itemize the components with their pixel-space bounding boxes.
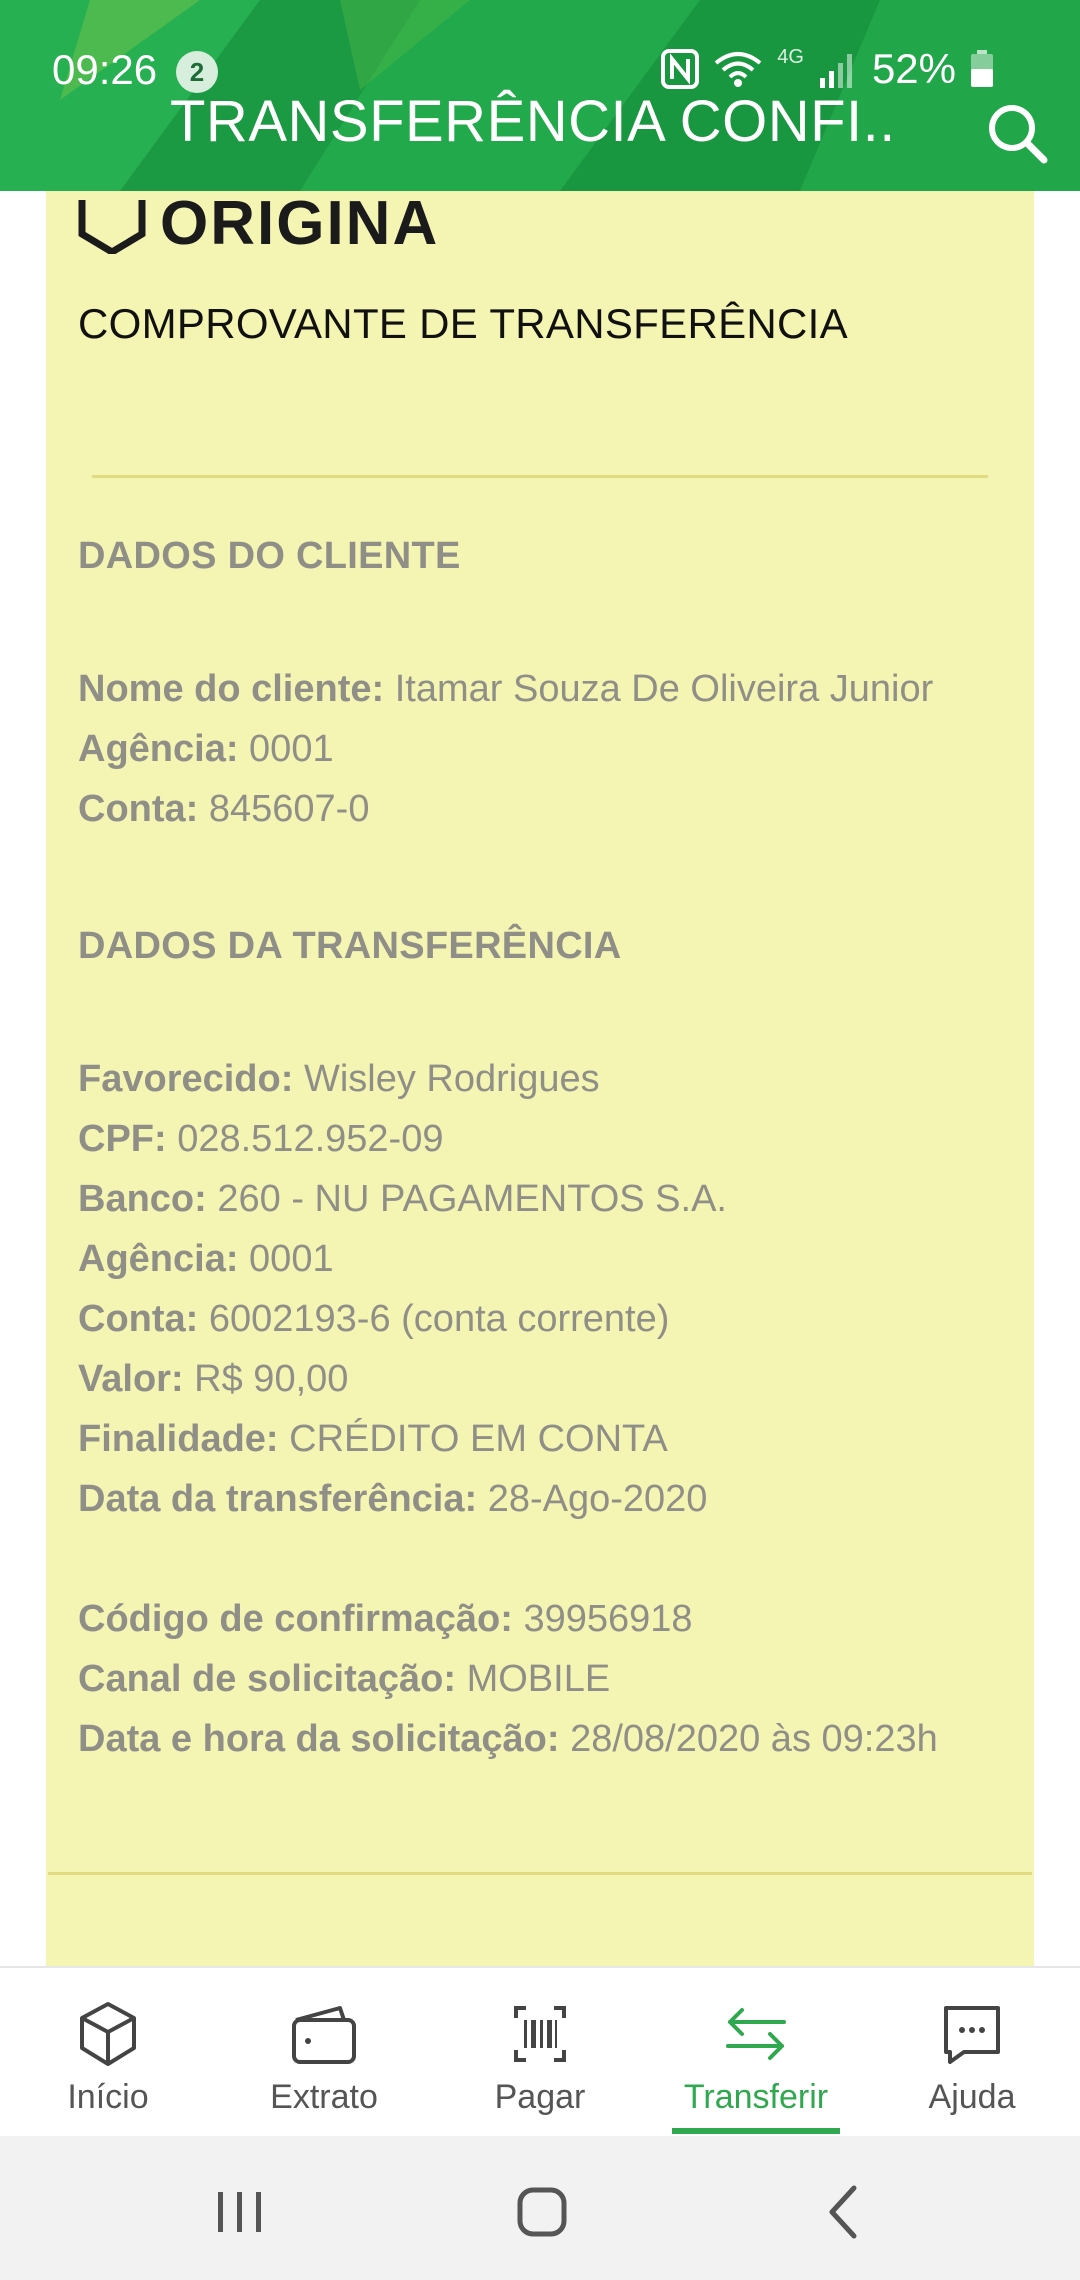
notification-count-badge: 2 xyxy=(176,51,218,93)
payee-row: Favorecido: Wisley Rodrigues xyxy=(78,1058,600,1101)
payee-account-row: Conta: 6002193-6 (conta corrente) xyxy=(78,1298,669,1341)
payee-account-label: Conta: xyxy=(78,1298,199,1340)
client-account-row: Conta: 845607-0 xyxy=(78,788,369,831)
home-icon xyxy=(517,2187,567,2237)
client-name-value: Itamar Souza De Oliveira Junior xyxy=(394,668,934,710)
nav-item-extrato[interactable]: Extrato xyxy=(216,1968,432,2138)
client-agency-value: 0001 xyxy=(249,728,334,770)
search-icon xyxy=(989,105,1048,164)
bank-label: Banco: xyxy=(78,1178,207,1220)
cpf-row: CPF: 028.512.952-09 xyxy=(78,1118,443,1161)
back-button[interactable] xyxy=(804,2172,884,2252)
client-agency-label: Agência: xyxy=(78,728,239,770)
recents-icon xyxy=(218,2192,261,2232)
battery-percent: 52% xyxy=(871,45,956,92)
request-datetime-value: 28/08/2020 às 09:23h xyxy=(570,1718,938,1760)
amount-row: Valor: R$ 90,00 xyxy=(78,1358,348,1401)
request-datetime-label: Data e hora da solicitação: xyxy=(78,1718,560,1760)
bank-logo-text: ORIGINAL xyxy=(160,189,436,254)
purpose-row: Finalidade: CRÉDITO EM CONTA xyxy=(78,1418,668,1461)
transfer-date-row: Data da transferência: 28-Ago-2020 xyxy=(78,1478,707,1521)
cpf-label: CPF: xyxy=(78,1118,167,1160)
status-icons: 4G 52% xyxy=(661,44,994,94)
request-channel-row: Canal de solicitação: MOBILE xyxy=(78,1658,610,1701)
request-datetime-row: Data e hora da solicitação: 28/08/2020 à… xyxy=(78,1718,938,1761)
chat-icon xyxy=(944,2006,1000,2064)
divider-top xyxy=(92,475,988,478)
purpose-label: Finalidade: xyxy=(78,1418,279,1460)
nav-label-transferir: Transferir xyxy=(683,2078,829,2116)
amount-label: Valor: xyxy=(78,1358,184,1400)
network-type: 4G xyxy=(777,45,804,68)
bank-value: 260 - NU PAGAMENTOS S.A. xyxy=(217,1178,727,1220)
bank-row: Banco: 260 - NU PAGAMENTOS S.A. xyxy=(78,1178,727,1221)
client-name-label: Nome do cliente: xyxy=(78,668,385,710)
nav-item-ajuda[interactable]: Ajuda xyxy=(864,1968,1080,2138)
cpf-value: 028.512.952-09 xyxy=(177,1118,444,1160)
nav-item-pagar[interactable]: Pagar xyxy=(432,1968,648,2138)
nav-item-transferir[interactable]: Transferir xyxy=(648,1968,864,2138)
home-button[interactable] xyxy=(502,2172,582,2252)
nav-label-inicio: Início xyxy=(67,2078,149,2116)
nfc-icon xyxy=(661,49,700,89)
transfer-date-value: 28-Ago-2020 xyxy=(487,1478,708,1520)
request-channel-label: Canal de solicitação: xyxy=(78,1658,457,1700)
amount-value: R$ 90,00 xyxy=(194,1358,349,1400)
status-time: 09:26 xyxy=(52,46,158,93)
nav-label-extrato: Extrato xyxy=(270,2078,378,2116)
transfer-arrows-icon xyxy=(726,2008,786,2060)
confirmation-code-value: 39956918 xyxy=(523,1598,693,1640)
purpose-value: CRÉDITO EM CONTA xyxy=(289,1418,668,1460)
battery-icon xyxy=(971,50,993,87)
app-header: 09:26 2 4G 52% TRANSFERÊNCIA CONFI... xyxy=(0,0,1080,191)
request-channel-value: MOBILE xyxy=(466,1658,611,1700)
payee-label: Favorecido: xyxy=(78,1058,294,1100)
client-name-row: Nome do cliente: Itamar Souza De Oliveir… xyxy=(78,668,933,711)
transfer-receipt: ORIGINAL COMPROVANTE DE TRANSFERÊNCIA DA… xyxy=(46,150,1034,1970)
payee-agency-label: Agência: xyxy=(78,1238,239,1280)
payee-value: Wisley Rodrigues xyxy=(303,1058,600,1100)
wifi-icon xyxy=(714,52,762,87)
wallet-icon xyxy=(292,2006,356,2064)
active-tab-indicator xyxy=(672,2128,840,2134)
cube-icon xyxy=(80,2002,136,2066)
confirmation-code-row: Código de confirmação: 39956918 xyxy=(78,1598,693,1641)
barcode-icon xyxy=(514,2006,566,2062)
recents-button[interactable] xyxy=(200,2172,280,2252)
back-icon xyxy=(829,2185,857,2239)
nav-label-ajuda: Ajuda xyxy=(928,2078,1016,2116)
client-agency-row: Agência: 0001 xyxy=(78,728,334,771)
client-section-heading: DADOS DO CLIENTE xyxy=(78,535,461,577)
nav-label-pagar: Pagar xyxy=(494,2078,586,2116)
payee-account-value: 6002193-6 (conta corrente) xyxy=(208,1298,670,1340)
client-account-label: Conta: xyxy=(78,788,199,830)
receipt-title: COMPROVANTE DE TRANSFERÊNCIA xyxy=(78,300,848,347)
nav-item-inicio[interactable]: Início xyxy=(0,1968,216,2138)
bottom-navigation: Início Extrato Pagar Transferir Ajuda xyxy=(0,1966,1080,2136)
transfer-date-label: Data da transferência: xyxy=(78,1478,478,1520)
page-title: TRANSFERÊNCIA CONFI... xyxy=(170,89,890,154)
payee-agency-value: 0001 xyxy=(249,1238,334,1280)
confirmation-code-label: Código de confirmação: xyxy=(78,1598,513,1640)
search-button[interactable] xyxy=(982,98,1054,170)
client-account-value: 845607-0 xyxy=(208,788,370,830)
payee-agency-row: Agência: 0001 xyxy=(78,1238,334,1281)
transfer-section-heading: DADOS DA TRANSFERÊNCIA xyxy=(78,925,622,967)
signal-icon xyxy=(819,54,852,88)
system-navigation-bar xyxy=(0,2136,1080,2280)
divider-bottom xyxy=(48,1872,1032,1875)
